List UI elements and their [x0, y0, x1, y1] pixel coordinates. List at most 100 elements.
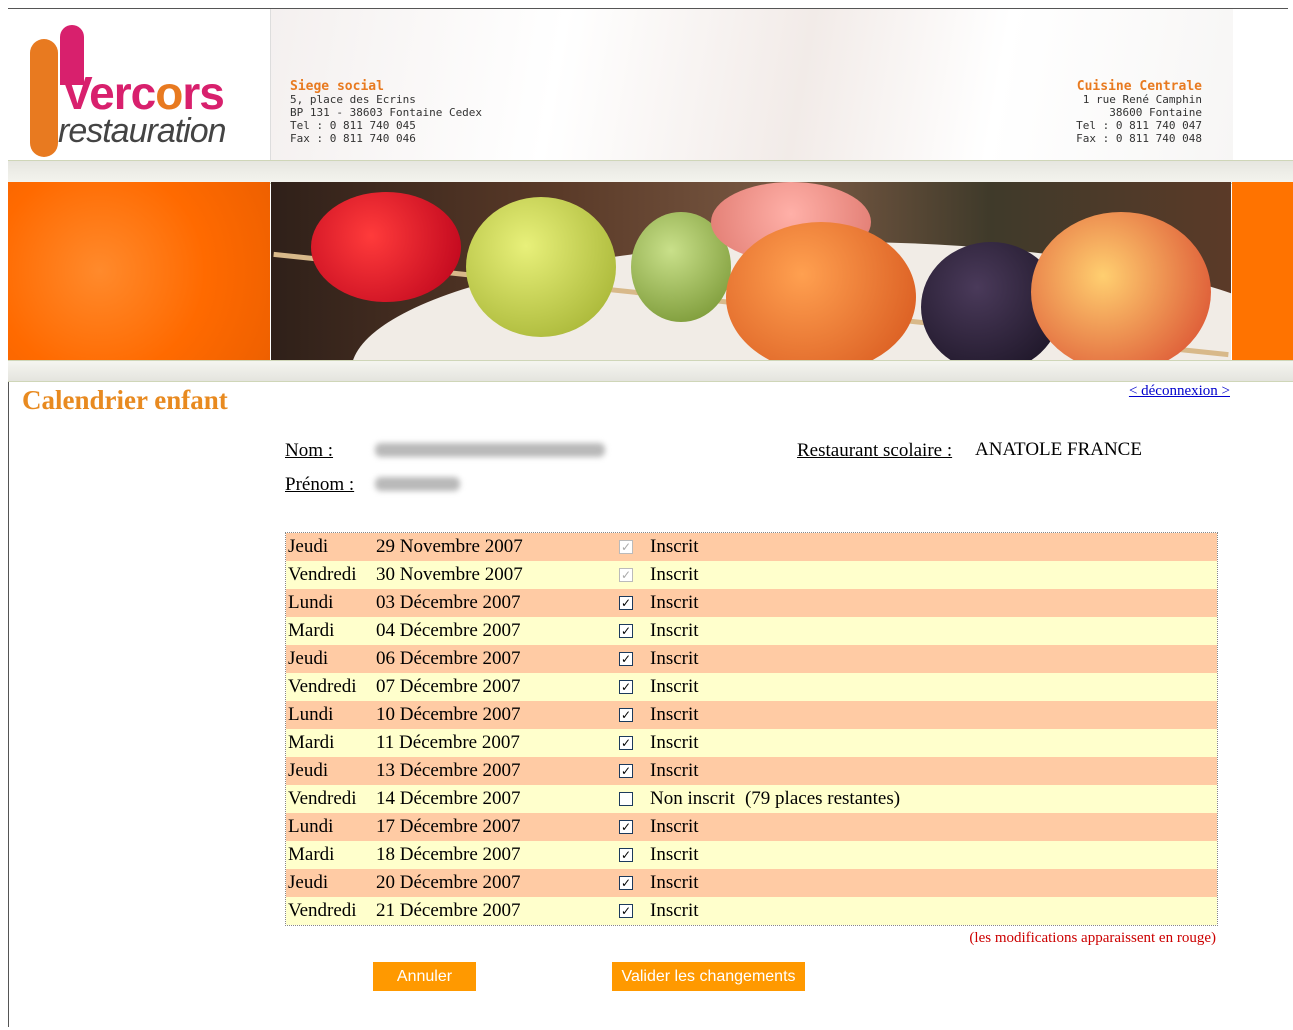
- banner-image: [271, 182, 1231, 360]
- calendar-day: Mardi: [288, 620, 335, 641]
- restaurant-label: Restaurant scolaire :: [797, 440, 953, 461]
- calendar-row: Lundi 03 Décembre 2007 ✓ Inscrit: [286, 589, 1217, 617]
- central-kitchen-line: 38600 Fontaine: [1109, 106, 1202, 119]
- cancel-button[interactable]: Annuler: [373, 962, 476, 991]
- calendar-row: Vendredi 14 Décembre 2007 Non inscrit (79 p…: [286, 785, 1217, 813]
- registration-checkbox-cell: ✓: [616, 708, 636, 722]
- registration-checkbox[interactable]: ✓: [619, 904, 633, 918]
- registration-checkbox[interactable]: [619, 792, 633, 806]
- registration-checkbox[interactable]: ✓: [619, 680, 633, 694]
- calendar-day: Vendredi: [288, 788, 357, 809]
- central-kitchen-line: 1 rue René Camphin: [1082, 93, 1202, 106]
- registration-status: Inscrit: [650, 872, 699, 893]
- calendar-row: Jeudi 20 Décembre 2007 ✓ Inscrit: [286, 869, 1217, 897]
- logo-mark-orange: [30, 39, 58, 157]
- calendar-day: Jeudi: [288, 536, 329, 557]
- registration-status: Inscrit: [650, 676, 699, 697]
- registration-checkbox[interactable]: ✓: [619, 764, 633, 778]
- registration-checkbox[interactable]: ✓: [619, 820, 633, 834]
- logo-text-sub: restauration: [58, 112, 227, 150]
- registration-checkbox-cell: ✓: [616, 624, 636, 638]
- registration-status: Inscrit: [650, 620, 699, 641]
- registration-checkbox-cell: ✓: [616, 736, 636, 750]
- registration-status: Inscrit: [650, 704, 699, 725]
- registration-checkbox-cell: ✓: [616, 764, 636, 778]
- central-kitchen-title: Cuisine Centrale: [1076, 79, 1202, 94]
- registration-status: Non inscrit (79 places restantes): [650, 788, 901, 809]
- calendar-date: 06 Décembre 2007: [376, 648, 521, 669]
- head-office-line: BP 131 - 38603 Fontaine Cedex: [290, 106, 483, 119]
- central-kitchen-line: Fax : 0 811 740 048: [1076, 132, 1202, 145]
- calendar-day: Mardi: [288, 844, 335, 865]
- registration-status: Inscrit: [650, 844, 699, 865]
- head-office-title: Siege social: [290, 79, 384, 94]
- calendar-row: Mardi 18 Décembre 2007 ✓ Inscrit: [286, 841, 1217, 869]
- nom-label: Nom :: [285, 440, 334, 461]
- places-remaining: (79 places restantes): [744, 788, 901, 809]
- calendar-date: 11 Décembre 2007: [376, 732, 520, 753]
- calendar-date: 20 Décembre 2007: [376, 872, 521, 893]
- head-office-address: Siege social 5, place des Ecrins BP 131 …: [290, 80, 482, 145]
- central-kitchen-address: Cuisine Centrale 1 rue René Camphin 3860…: [1076, 80, 1202, 145]
- registration-checkbox[interactable]: ✓: [619, 624, 633, 638]
- calendar-day: Lundi: [288, 592, 334, 613]
- logout-link[interactable]: < déconnexion >: [1129, 383, 1230, 400]
- header-divider: [8, 160, 1293, 184]
- calendar-date: 04 Décembre 2007: [376, 620, 521, 641]
- calendar-day: Lundi: [288, 816, 334, 837]
- calendar-row: Jeudi 13 Décembre 2007 ✓ Inscrit: [286, 757, 1217, 785]
- grape-image: [466, 197, 616, 337]
- apricot-image: [726, 222, 916, 360]
- registration-checkbox[interactable]: ✓: [619, 652, 633, 666]
- calendar-date: 21 Décembre 2007: [376, 900, 521, 921]
- calendar-day: Vendredi: [288, 676, 357, 697]
- registration-checkbox[interactable]: ✓: [619, 596, 633, 610]
- calendar-row: Lundi 10 Décembre 2007 ✓ Inscrit: [286, 701, 1217, 729]
- prenom-value-redacted: [375, 477, 460, 491]
- calendar-day: Jeudi: [288, 760, 329, 781]
- registration-status: Inscrit: [650, 732, 699, 753]
- registration-status: Inscrit: [650, 536, 699, 557]
- registration-checkbox-cell: ✓: [616, 596, 636, 610]
- calendar-day: Vendredi: [288, 564, 357, 585]
- head-office-line: Tel : 0 811 740 045: [290, 119, 416, 132]
- registration-status: Inscrit: [650, 564, 699, 585]
- registration-status: Inscrit: [650, 648, 699, 669]
- submit-button[interactable]: Valider les changements: [612, 962, 805, 991]
- calendar-row: Vendredi 30 Novembre 2007 ✓ Inscrit: [286, 561, 1217, 589]
- registration-checkbox[interactable]: ✓: [619, 848, 633, 862]
- registration-checkbox-cell: ✓: [616, 904, 636, 918]
- nom-value-redacted: [375, 443, 605, 457]
- calendar-day: Mardi: [288, 732, 335, 753]
- registration-status: Inscrit: [650, 900, 699, 921]
- registration-checkbox: ✓: [619, 540, 633, 554]
- registration-status: Inscrit: [650, 760, 699, 781]
- calendar-date: 18 Décembre 2007: [376, 844, 521, 865]
- calendar-date: 07 Décembre 2007: [376, 676, 521, 697]
- calendar-row: Jeudi 29 Novembre 2007 ✓ Inscrit: [286, 533, 1217, 561]
- calendar-row: Mardi 04 Décembre 2007 ✓ Inscrit: [286, 617, 1217, 645]
- calendar-day: Jeudi: [288, 648, 329, 669]
- calendar-date: 29 Novembre 2007: [376, 536, 523, 557]
- calendar-row: Lundi 17 Décembre 2007 ✓ Inscrit: [286, 813, 1217, 841]
- calendar-day: Lundi: [288, 704, 334, 725]
- peach-image: [1031, 212, 1211, 360]
- calendar-table: Jeudi 29 Novembre 2007 ✓ Inscrit Vendredi 30 …: [285, 532, 1218, 926]
- registration-checkbox-cell: ✓: [616, 652, 636, 666]
- registration-checkbox[interactable]: ✓: [619, 876, 633, 890]
- registration-checkbox[interactable]: ✓: [619, 736, 633, 750]
- registration-status: Inscrit: [650, 816, 699, 837]
- restaurant-value: ANATOLE FRANCE: [975, 439, 1142, 460]
- registration-checkbox-cell: [616, 792, 636, 806]
- registration-checkbox-cell: ✓: [616, 540, 636, 554]
- registration-checkbox: ✓: [619, 568, 633, 582]
- registration-checkbox-cell: ✓: [616, 876, 636, 890]
- head-office-line: Fax : 0 811 740 046: [290, 132, 416, 145]
- registration-checkbox-cell: ✓: [616, 848, 636, 862]
- calendar-row: Mardi 11 Décembre 2007 ✓ Inscrit: [286, 729, 1217, 757]
- calendar-date: 03 Décembre 2007: [376, 592, 521, 613]
- central-kitchen-line: Tel : 0 811 740 047: [1076, 119, 1202, 132]
- registration-checkbox-cell: ✓: [616, 680, 636, 694]
- registration-checkbox[interactable]: ✓: [619, 708, 633, 722]
- modifications-note: (les modifications apparaissent en rouge…: [969, 930, 1216, 946]
